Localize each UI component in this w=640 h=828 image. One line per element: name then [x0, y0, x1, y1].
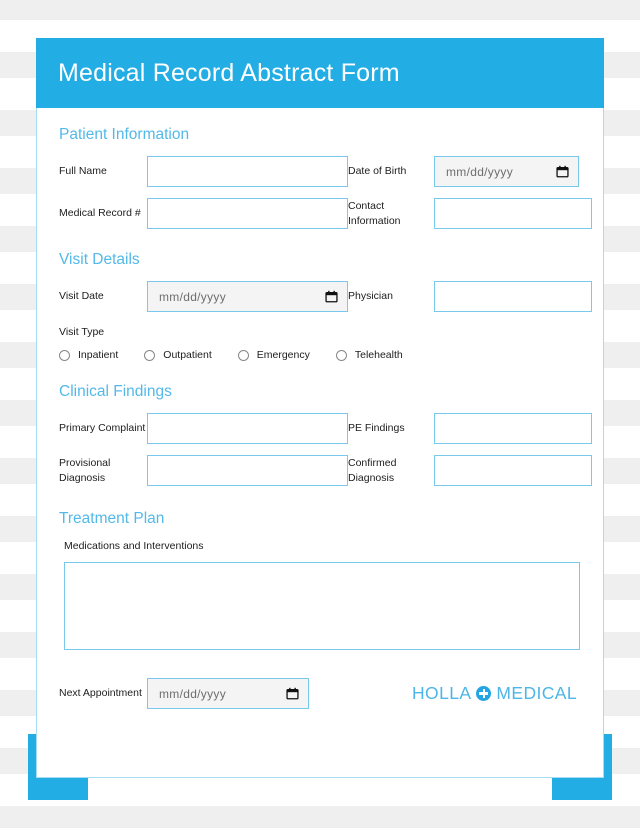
label-physician: Physician	[348, 290, 393, 303]
medications-and-interventions-textarea[interactable]	[64, 562, 580, 650]
label-full-name: Full Name	[59, 165, 107, 178]
medical-cross-circle-icon	[476, 686, 492, 701]
page-title: Medical Record Abstract Form	[58, 58, 400, 87]
section-heading-treatment-plan: Treatment Plan	[59, 510, 165, 527]
field-row: Visit Date mm/dd/yyyy Physician	[59, 281, 592, 312]
field-group-full-name: Full Name	[59, 156, 348, 187]
full-name-input[interactable]	[147, 156, 348, 187]
radio-circle-icon[interactable]	[59, 349, 70, 361]
label-medical-record-number: Medical Record #	[59, 207, 141, 220]
field-group-medical-record-number: Medical Record #	[59, 198, 348, 229]
radio-label-telehealth: Telehealth	[354, 349, 403, 361]
visit-date-placeholder: mm/dd/yyyy	[159, 289, 227, 304]
medical-record-form-card: Medical Record Abstract Form Patient Inf…	[36, 38, 604, 778]
label-visit-date: Visit Date	[59, 290, 104, 303]
brand-word-right: MEDICAL	[496, 683, 577, 703]
provisional-diagnosis-input[interactable]	[147, 455, 348, 486]
contact-information-input[interactable]	[434, 198, 592, 229]
section-heading-clinical-findings: Clinical Findings	[59, 383, 172, 400]
radio-circle-icon[interactable]	[237, 349, 249, 361]
field-group-date-of-birth: Date of Birth mm/dd/yyyy	[348, 156, 579, 187]
calendar-icon[interactable]	[556, 165, 569, 178]
next-appointment-input[interactable]: mm/dd/yyyy	[147, 678, 309, 709]
field-row: Full Name Date of Birth mm/dd/yyyy	[59, 156, 579, 187]
radio-option-telehealth[interactable]: Telehealth	[335, 349, 403, 361]
pe-findings-input[interactable]	[434, 413, 592, 444]
label-primary-complaint: Primary Complaint	[59, 422, 146, 435]
field-group-physician: Physician	[348, 281, 592, 312]
visit-type-block: Visit Type Inpatient Outpatient Emergenc…	[59, 326, 579, 361]
brand-word-left: HOLLA	[412, 683, 472, 703]
section-heading-patient-information: Patient Information	[59, 126, 190, 143]
radio-option-emergency[interactable]: Emergency	[237, 349, 310, 361]
next-appointment-placeholder: mm/dd/yyyy	[159, 686, 227, 701]
label-contact-information: Contact Information	[348, 200, 401, 227]
field-group-primary-complaint: Primary Complaint	[59, 413, 348, 444]
calendar-icon[interactable]	[286, 687, 299, 700]
field-row: Medical Record # Contact Information	[59, 198, 592, 229]
date-of-birth-placeholder: mm/dd/yyyy	[446, 164, 514, 179]
label-date-of-birth: Date of Birth	[348, 165, 407, 178]
label-visit-type: Visit Type	[59, 326, 105, 338]
primary-complaint-input[interactable]	[147, 413, 348, 444]
visit-type-radio-group: Inpatient Outpatient Emergency Telehealt…	[59, 349, 579, 361]
label-next-appointment: Next Appointment	[59, 687, 142, 700]
field-group-confirmed-diagnosis: Confirmed Diagnosis	[348, 455, 592, 486]
medical-record-number-input[interactable]	[147, 198, 348, 229]
field-group-contact-information: Contact Information	[348, 198, 592, 229]
field-group-pe-findings: PE Findings	[348, 413, 592, 444]
radio-circle-icon[interactable]	[335, 349, 347, 361]
form-footer-row: Next Appointment mm/dd/yyyy HOLLA MEDICA…	[59, 678, 579, 709]
field-group-provisional-diagnosis: Provisional Diagnosis	[59, 455, 348, 486]
field-row: Provisional Diagnosis Confirmed Diagnosi…	[59, 455, 592, 486]
form-header-bar: Medical Record Abstract Form	[36, 38, 604, 108]
physician-input[interactable]	[434, 281, 592, 312]
section-heading-visit-details: Visit Details	[59, 251, 140, 268]
label-provisional-diagnosis: Provisional Diagnosis	[59, 457, 111, 484]
label-pe-findings: PE Findings	[348, 422, 405, 435]
field-group-next-appointment: Next Appointment mm/dd/yyyy	[59, 678, 348, 709]
radio-label-inpatient: Inpatient	[78, 349, 119, 361]
field-group-visit-date: Visit Date mm/dd/yyyy	[59, 281, 348, 312]
brand-logo: HOLLA MEDICAL	[348, 683, 579, 704]
form-body: Patient Information Full Name Date of Bi…	[37, 108, 603, 709]
confirmed-diagnosis-input[interactable]	[434, 455, 592, 486]
calendar-icon[interactable]	[325, 290, 338, 303]
radio-option-outpatient[interactable]: Outpatient	[144, 349, 212, 361]
label-confirmed-diagnosis: Confirmed Diagnosis	[348, 457, 397, 484]
label-medications-and-interventions: Medications and Interventions	[64, 540, 204, 552]
radio-label-emergency: Emergency	[256, 349, 310, 361]
radio-circle-icon[interactable]	[144, 349, 156, 361]
date-of-birth-input[interactable]: mm/dd/yyyy	[434, 156, 579, 187]
radio-label-outpatient: Outpatient	[163, 349, 212, 361]
visit-date-input[interactable]: mm/dd/yyyy	[147, 281, 348, 312]
radio-option-inpatient[interactable]: Inpatient	[59, 349, 118, 361]
field-row: Primary Complaint PE Findings	[59, 413, 592, 444]
